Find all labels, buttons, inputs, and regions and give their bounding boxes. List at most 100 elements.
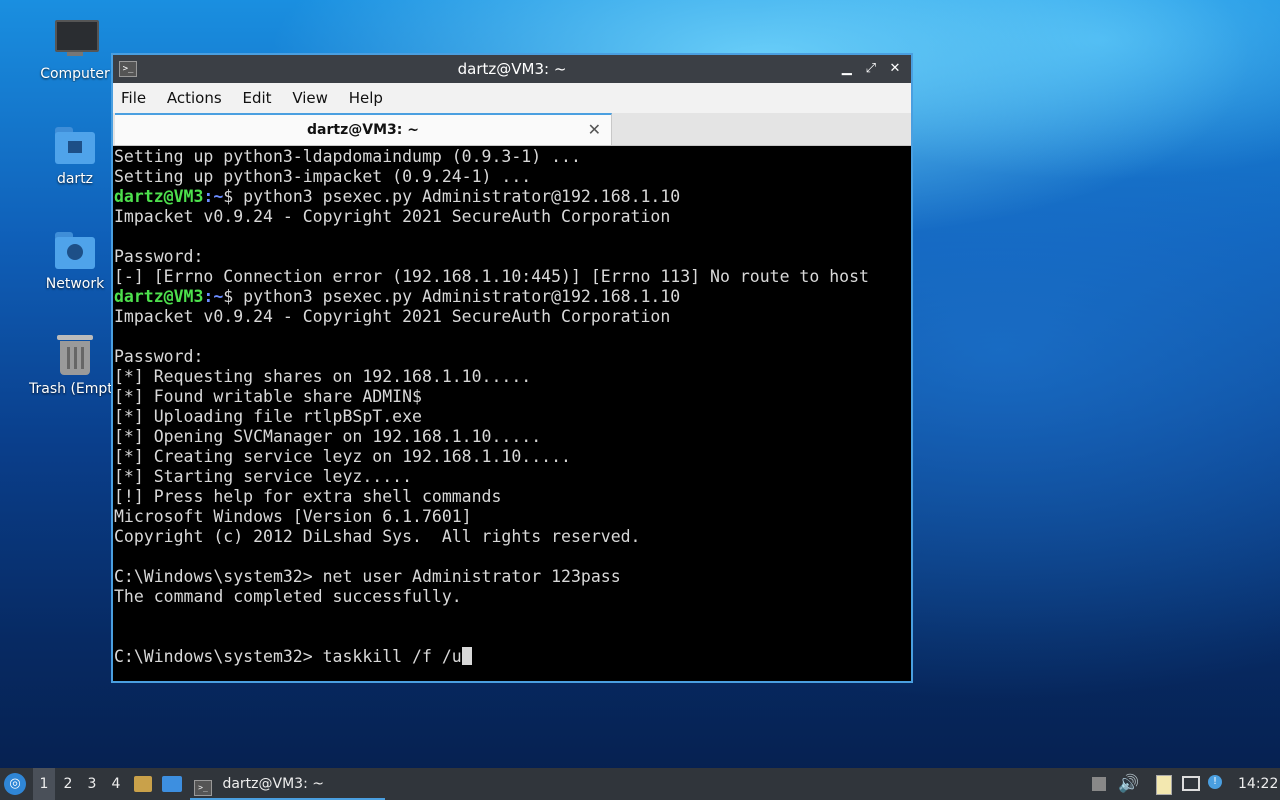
terminal-line: Setting up python3-ldapdomaindump (0.9.3… [114, 147, 911, 167]
tray-updates[interactable] [1092, 768, 1108, 800]
trash-icon [53, 333, 97, 377]
menu-file[interactable]: File [113, 83, 154, 113]
terminal-line: Microsoft Windows [Version 6.1.7601] [114, 507, 911, 527]
maximize-button[interactable]: ⤢ [861, 55, 881, 83]
terminal-line: [*] Requesting shares on 192.168.1.10...… [114, 367, 911, 387]
tab-terminal[interactable]: dartz@VM3: ~ ✕ [115, 113, 612, 145]
terminal-icon: >_ [194, 780, 212, 796]
terminal-line: [!] Press help for extra shell commands [114, 487, 911, 507]
output-text: Impacket v0.9.24 - Copyright 2021 Secure… [114, 307, 671, 326]
clipboard-icon [1156, 775, 1172, 795]
app-menu-button[interactable]: ◎ [4, 768, 30, 800]
terminal-line: Password: [114, 347, 911, 367]
terminal-line: C:\Windows\system32> net user Administra… [114, 567, 911, 587]
workspace-2[interactable]: 2 [57, 768, 79, 800]
window-title: dartz@VM3: ~ [457, 60, 567, 78]
terminal-line: [-] [Errno Connection error (192.168.1.1… [114, 267, 911, 287]
text-cursor [461, 647, 472, 665]
output-text: [*] Creating service leyz on 192.168.1.1… [114, 447, 571, 466]
menu-help[interactable]: Help [341, 83, 391, 113]
window-titlebar[interactable]: >_ dartz@VM3: ~ ▁ ⤢ ✕ [113, 55, 911, 83]
command-text: $ python3 psexec.py Administrator@192.16… [223, 187, 681, 206]
taskbar-task-terminal[interactable]: >_ dartz@VM3: ~ [190, 768, 385, 800]
tab-label: dartz@VM3: ~ [307, 122, 419, 138]
terminal-line: [*] Starting service leyz..... [114, 467, 911, 487]
desktop-icon-home[interactable]: dartz [25, 123, 125, 187]
notification-icon: ! [1208, 775, 1222, 789]
terminal-line: [*] Found writable share ADMIN$ [114, 387, 911, 407]
menu-edit[interactable]: Edit [234, 83, 279, 113]
menu-bar: File Actions Edit View Help [113, 83, 911, 113]
output-text: C:\Windows\system32> taskkill /f /u [114, 647, 462, 666]
output-text: [*] Found writable share ADMIN$ [114, 387, 422, 406]
output-text: The command completed successfully. [114, 587, 462, 606]
prompt-user: dartz@VM3 [114, 187, 204, 206]
network-icon [1182, 776, 1200, 791]
terminal-line: C:\Windows\system32> taskkill /f /u [114, 647, 911, 667]
menu-view[interactable]: View [284, 83, 336, 113]
home-folder-icon [53, 123, 97, 167]
command-text: $ python3 psexec.py Administrator@192.16… [223, 287, 681, 306]
desktop-icon-label: dartz [56, 171, 94, 187]
tray-network[interactable] [1182, 768, 1204, 800]
workspace-4[interactable]: 4 [105, 768, 127, 800]
desktop-icon-label: Network [45, 276, 105, 292]
terminal-line: dartz@VM3:~$ python3 psexec.py Administr… [114, 187, 911, 207]
tab-bar: dartz@VM3: ~ ✕ [113, 113, 911, 146]
output-text: [*] Requesting shares on 192.168.1.10...… [114, 367, 532, 386]
show-desktop-launcher[interactable] [162, 768, 184, 800]
network-folder-icon [53, 228, 97, 272]
terminal-output[interactable]: Setting up python3-ldapdomaindump (0.9.3… [113, 147, 911, 681]
terminal-line: Impacket v0.9.24 - Copyright 2021 Secure… [114, 307, 911, 327]
terminal-line: Setting up python3-impacket (0.9.24-1) .… [114, 167, 911, 187]
prompt-path: :~ [203, 187, 224, 206]
desktop-icon-label: Computer [40, 66, 110, 82]
file-manager-icon [134, 776, 152, 792]
desktop-icon-trash[interactable]: Trash (Empty) [25, 333, 125, 397]
task-label: dartz@VM3: ~ [222, 776, 324, 792]
prompt-path: :~ [203, 287, 224, 306]
terminal-line: [*] Uploading file rtlpBSpT.exe [114, 407, 911, 427]
file-manager-launcher[interactable] [134, 768, 154, 800]
desktop-icon-computer[interactable]: Computer [25, 18, 125, 82]
terminal-window[interactable]: >_ dartz@VM3: ~ ▁ ⤢ ✕ File Actions Edit … [111, 53, 913, 683]
output-text: Microsoft Windows [Version 6.1.7601] [114, 507, 472, 526]
terminal-line: [*] Opening SVCManager on 192.168.1.10..… [114, 427, 911, 447]
terminal-line: Password: [114, 247, 911, 267]
output-text: Password: [114, 247, 204, 266]
app-menu-icon: ◎ [4, 773, 26, 795]
close-button[interactable]: ✕ [885, 55, 905, 83]
output-text: [!] Press help for extra shell commands [114, 487, 502, 506]
volume-icon[interactable]: 🔊 [1118, 768, 1139, 800]
terminal-icon: >_ [119, 61, 137, 77]
desktop-icon [162, 776, 182, 792]
output-text: Impacket v0.9.24 - Copyright 2021 Secure… [114, 207, 671, 226]
output-text: Password: [114, 347, 204, 366]
clock[interactable]: 14:22 [1238, 768, 1278, 800]
tray-clipboard[interactable] [1156, 768, 1174, 800]
output-text: Setting up python3-ldapdomaindump (0.9.3… [114, 147, 581, 166]
desktop-icon-network[interactable]: Network [25, 228, 125, 292]
terminal-line: Impacket v0.9.24 - Copyright 2021 Secure… [114, 207, 911, 227]
output-text: C:\Windows\system32> net user Administra… [114, 567, 621, 586]
workspace-3[interactable]: 3 [81, 768, 103, 800]
terminal-line: [*] Creating service leyz on 192.168.1.1… [114, 447, 911, 467]
monitor-icon [53, 18, 99, 62]
terminal-line: dartz@VM3:~$ python3 psexec.py Administr… [114, 287, 911, 307]
output-text: [-] [Errno Connection error (192.168.1.1… [114, 267, 869, 286]
workspace-1[interactable]: 1 [33, 768, 55, 800]
minimize-button[interactable]: ▁ [837, 55, 857, 83]
taskbar: ◎ 1 2 3 4 >_ dartz@VM3: ~ 🔊 ! 14:22 [0, 768, 1280, 800]
output-text: [*] Uploading file rtlpBSpT.exe [114, 407, 422, 426]
output-text: [*] Starting service leyz..... [114, 467, 413, 486]
desktop-icon-label: Trash (Empty) [29, 381, 111, 397]
tab-close-icon[interactable]: ✕ [588, 115, 601, 145]
eject-icon [1092, 777, 1106, 791]
tray-notification[interactable]: ! [1208, 768, 1226, 800]
menu-actions[interactable]: Actions [159, 83, 230, 113]
